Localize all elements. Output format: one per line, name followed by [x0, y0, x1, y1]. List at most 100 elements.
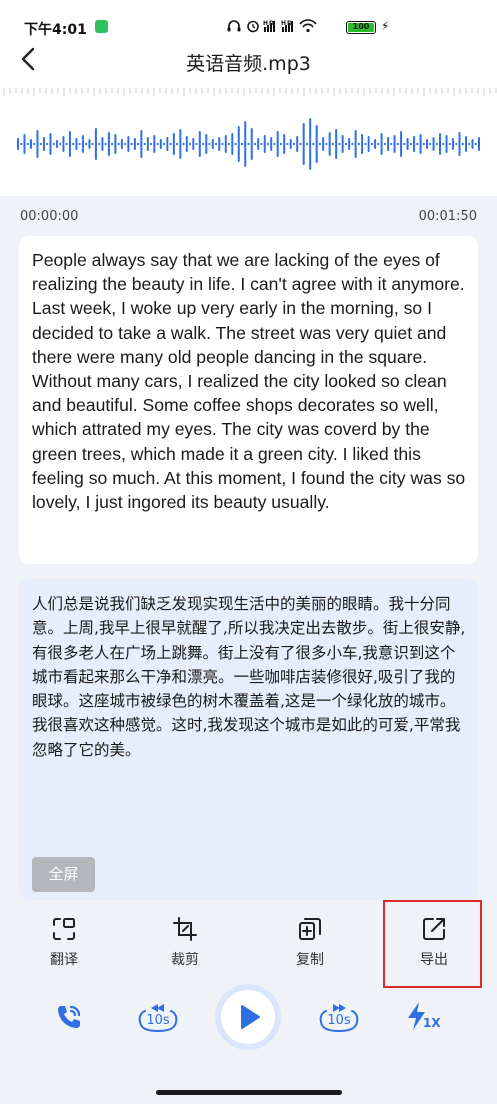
phone-icon[interactable] — [54, 1002, 84, 1032]
waveform-dot — [201, 142, 205, 146]
waveform-dot — [195, 142, 198, 146]
waveform-dot — [78, 142, 81, 146]
waveform-dot — [266, 142, 270, 146]
waveform-dot — [91, 142, 94, 146]
waveform-dot — [409, 142, 412, 146]
toolbar: 翻译 裁剪 复制 导出 — [0, 900, 497, 990]
waveform-dot — [227, 142, 231, 146]
timeline-ruler — [3, 88, 497, 96]
rewind-label: 10s — [146, 1013, 170, 1028]
nav-bar: 英语音频.mp3 — [0, 36, 497, 84]
waveform-dot — [292, 142, 296, 146]
charging-icon: ⚡ — [381, 19, 390, 33]
waveform-panel[interactable] — [0, 84, 497, 196]
current-time: 00:00:00 — [20, 209, 79, 224]
waveform-dot — [429, 142, 432, 146]
waveform-dot — [26, 142, 29, 146]
status-bar: 下午4:01 HD HD 100 ⚡ — [0, 0, 497, 38]
waveform-dot — [117, 142, 120, 146]
forward-label: 10s — [327, 1013, 351, 1028]
waveform-dot — [325, 142, 328, 146]
copy-label: 复制 — [296, 952, 324, 968]
home-indicator[interactable] — [156, 1090, 342, 1095]
waveform-dot — [370, 142, 373, 146]
english-transcript: People always say that we are lacking of… — [32, 250, 466, 513]
speed-button[interactable]: 1X — [404, 1000, 444, 1034]
waveform-dot — [234, 142, 237, 146]
waveform-dot — [240, 142, 244, 146]
waveform-dot — [435, 142, 438, 146]
play-icon — [241, 1005, 260, 1029]
waveform-dot — [448, 142, 451, 146]
translation-card: 人们总是说我们缺乏发现实现生活中的美丽的眼睛。我十分同意。上周,我早上很早就醒了… — [19, 579, 478, 900]
player-controls: 10s 10s 1X — [0, 980, 497, 1060]
waveform-dot — [111, 142, 114, 146]
waveform-dot — [20, 142, 23, 146]
forward-10s-button[interactable]: 10s — [318, 1000, 360, 1034]
waveform-dot — [130, 142, 133, 146]
waveform-dot — [383, 142, 386, 146]
waveform-dot — [390, 142, 393, 146]
translate-icon — [53, 918, 75, 940]
waveform-dot — [72, 142, 75, 146]
waveform-dot — [396, 142, 399, 146]
waveform-dot — [416, 142, 419, 146]
waveform-dot — [188, 142, 192, 146]
waveform-dot — [162, 142, 166, 146]
waveform-dot — [156, 142, 159, 146]
status-icons: HD HD — [226, 19, 336, 36]
waveform-dot — [253, 142, 257, 146]
waveform-dot — [124, 142, 127, 146]
battery-level: 100 — [348, 23, 374, 32]
waveform-dot — [175, 142, 179, 146]
waveform-dot — [344, 142, 347, 146]
translate-button[interactable]: 翻译 — [14, 916, 114, 969]
waveform-dot — [137, 142, 140, 146]
waveform-dot — [338, 142, 341, 146]
waveform-dot — [312, 142, 315, 146]
translate-label: 翻译 — [50, 952, 78, 968]
waveform-dot — [377, 142, 380, 146]
transcript-card: People always say that we are lacking of… — [19, 236, 478, 564]
fullscreen-button[interactable]: 全屏 — [32, 857, 95, 892]
play-ring — [215, 984, 281, 1050]
waveform-dot — [273, 142, 276, 146]
export-button[interactable]: 导出 — [384, 916, 484, 969]
crop-icon — [173, 917, 197, 941]
audio-waveform[interactable] — [0, 104, 497, 184]
waveform-dot — [39, 142, 42, 146]
waveform-dot — [52, 142, 55, 146]
waveform-dot — [33, 142, 36, 146]
waveform-dot — [455, 142, 458, 146]
copy-button[interactable]: 复制 — [260, 916, 360, 969]
waveform-dot — [286, 142, 289, 146]
waveform-dot — [182, 142, 185, 146]
waveform-dot — [104, 142, 107, 146]
waveform-dot — [214, 142, 218, 146]
waveform-dot — [318, 142, 322, 146]
waveform-dot — [364, 142, 367, 146]
crop-button[interactable]: 裁剪 — [135, 916, 235, 969]
waveform-dot — [150, 142, 153, 146]
app-notification-icon — [95, 20, 108, 33]
waveform-dot — [461, 142, 464, 146]
waveform-dot — [305, 142, 309, 146]
export-label: 导出 — [420, 952, 448, 968]
waveform-dot — [247, 142, 250, 146]
waveform-dot — [474, 142, 477, 146]
waveform-dot — [422, 142, 425, 146]
waveform-dot — [169, 142, 172, 146]
timeline-labels: 00:00:00 00:01:50 — [0, 196, 497, 236]
waveform-dot — [403, 142, 406, 146]
waveform-dot — [98, 142, 101, 146]
rewind-10s-button[interactable]: 10s — [137, 1000, 179, 1034]
play-button[interactable] — [221, 990, 275, 1044]
page-title: 英语音频.mp3 — [186, 53, 311, 75]
waveform-dot — [351, 142, 354, 146]
waveform-dot — [468, 142, 471, 146]
waveform-dot — [279, 142, 283, 146]
waveform-dot — [208, 142, 211, 146]
waveform-dot — [299, 142, 302, 146]
waveform-dot — [331, 142, 335, 146]
copy-icon — [299, 918, 321, 940]
